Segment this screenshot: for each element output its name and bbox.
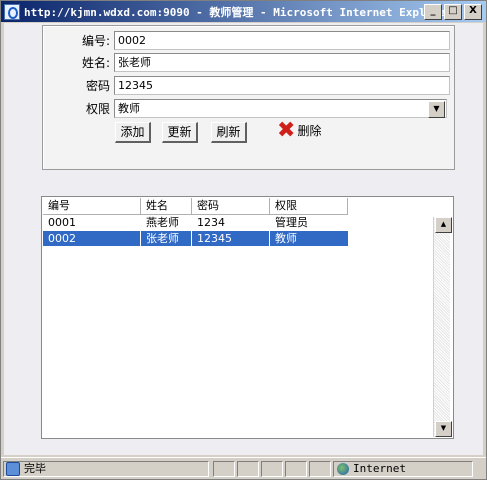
minimize-button[interactable]: _ [424,4,442,20]
close-button[interactable]: X [464,4,482,20]
table-row-selected[interactable]: 0002 张老师 12345 教师 [43,231,348,246]
role-label: 权限 [85,102,110,116]
delete-label: 删除 [297,124,322,138]
status-pane [309,461,331,477]
page-icon [6,462,20,476]
refresh-button[interactable]: 刷新 [211,122,247,143]
window-controls: _ □ X [424,4,482,20]
scroll-up-arrow-icon[interactable]: ▲ [435,217,452,233]
status-bar: 完毕 Internet [1,457,486,479]
cell-role: 教师 [275,232,297,245]
maximize-button[interactable]: □ [444,4,462,20]
globe-icon [337,463,349,475]
name-label: 姓名: [81,56,110,70]
id-label: 编号: [81,34,110,48]
delete-x-icon: ✖ [277,118,296,143]
column-header-name[interactable]: 姓名 [141,198,192,215]
role-select[interactable]: 教师 ▼ [114,99,447,118]
cell-password: 1234 [197,216,225,229]
add-button[interactable]: 添加 [115,122,151,143]
name-field[interactable]: 张老师 [114,53,450,72]
table-vertical-scrollbar[interactable]: ▲ ▼ [433,217,452,437]
title-bar[interactable]: http://kjmn.wdxd.com:9090 - 教师管理 - Micro… [1,1,486,22]
column-header-password[interactable]: 密码 [192,198,270,215]
window-title: http://kjmn.wdxd.com:9090 - 教师管理 - Micro… [24,5,444,19]
status-message-pane: 完毕 [3,461,209,477]
column-header-role[interactable]: 权限 [270,198,348,215]
table-row[interactable]: 0001 燕老师 1234 管理员 [43,215,348,230]
cell-role: 管理员 [275,216,308,229]
role-select-value: 教师 [118,102,140,115]
id-field[interactable]: 0002 [114,31,450,50]
zone-text: Internet [353,462,406,475]
password-label: 密码 [85,79,110,93]
security-zone-pane: Internet [333,461,473,477]
chevron-down-icon[interactable]: ▼ [428,101,445,118]
table-header: 编号 姓名 密码 权限 [43,198,348,215]
cell-password: 12345 [192,231,270,246]
status-pane [261,461,283,477]
cell-id: 0002 [43,231,141,246]
cell-name: 燕老师 [146,216,179,229]
status-pane [237,461,259,477]
update-button[interactable]: 更新 [162,122,198,143]
password-field[interactable]: 12345 [114,76,450,95]
cell-id: 0001 [48,216,76,229]
status-pane [285,461,307,477]
cell-name: 张老师 [141,231,192,246]
status-text: 完毕 [24,462,46,475]
ie-logo-icon [4,3,20,20]
scroll-down-arrow-icon[interactable]: ▼ [435,421,452,437]
delete-button[interactable]: ✖ 删除 [277,118,322,143]
status-pane [213,461,235,477]
teacher-table-panel: 编号 姓名 密码 权限 0001 燕老师 1234 管理员 0002 张老师 1… [41,196,454,439]
column-header-id[interactable]: 编号 [43,198,141,215]
